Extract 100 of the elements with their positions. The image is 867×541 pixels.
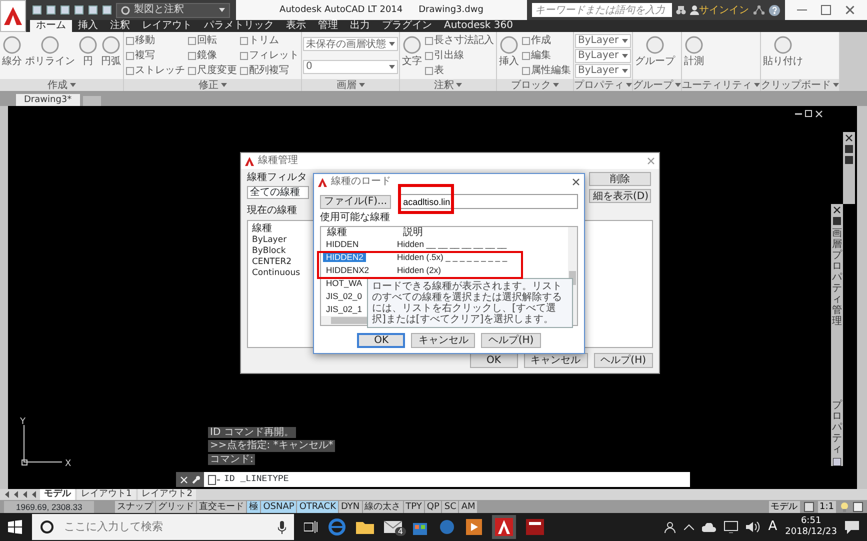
status-toggle[interactable]: DYN: [338, 500, 362, 512]
microphone-icon[interactable]: [278, 520, 286, 534]
ribbon-tool-button[interactable]: 複写: [125, 48, 186, 64]
status-toggle[interactable]: 直交モード: [197, 500, 246, 512]
palette-strip[interactable]: [843, 132, 855, 204]
search-field[interactable]: キーワードまたは語句を入力: [532, 3, 672, 17]
status-toggle[interactable]: AM: [459, 500, 478, 512]
ribbon-tab[interactable]: レイアウト: [136, 20, 198, 32]
ribbon-tool-button[interactable]: 長さ寸法記入: [424, 33, 495, 48]
file-button[interactable]: ファイル(F)...: [320, 194, 392, 208]
restore-icon[interactable]: [805, 110, 812, 117]
ribbon-tab[interactable]: 表示: [280, 20, 312, 32]
ribbon-tool-button[interactable]: 引出線: [424, 48, 495, 64]
status-toggle[interactable]: QP: [424, 500, 442, 512]
panel-title-button[interactable]: 作成: [0, 79, 123, 91]
panel-title-button[interactable]: 画層: [302, 79, 399, 91]
panel-title-button[interactable]: プロパティ: [574, 79, 632, 91]
dialog-button[interactable]: ヘルプ(H): [481, 332, 541, 348]
ribbon-dropdown[interactable]: ByLayer: [575, 34, 631, 48]
file-tab[interactable]: Drawing3*: [16, 94, 80, 106]
toolbar-square-icon[interactable]: [102, 5, 112, 15]
ribbon-tool-button[interactable]: 計測: [683, 33, 705, 78]
status-toggle[interactable]: 極: [247, 500, 260, 512]
close-icon[interactable]: [845, 134, 853, 142]
ribbon-tool-button[interactable]: 線分: [1, 33, 23, 78]
speaker-icon[interactable]: [746, 521, 760, 533]
toolbar-square-icon[interactable]: [32, 5, 42, 15]
status-toggle[interactable]: OTRACK: [297, 500, 338, 512]
caret-up-icon[interactable]: [684, 524, 694, 530]
notification-icon[interactable]: [845, 520, 859, 534]
ime-indicator[interactable]: A: [768, 520, 778, 534]
ribbon-tool-button[interactable]: 鏡像: [187, 48, 238, 64]
help-icon[interactable]: [769, 4, 780, 16]
layout-tab[interactable]: レイアウト2: [138, 489, 196, 500]
table-cell[interactable]: JIS_02_1: [323, 304, 365, 314]
sign-in-button[interactable]: サインイン: [690, 4, 749, 16]
toolbar-square-icon[interactable]: [88, 5, 98, 15]
taskbar-search-box[interactable]: ここに入力して検索: [32, 514, 294, 540]
ribbon-tool-button[interactable]: トリム: [239, 33, 300, 48]
linetype-table[interactable]: [320, 226, 578, 326]
binoculars-icon[interactable]: [676, 6, 686, 14]
ribbon-tool-button[interactable]: 移動: [125, 33, 186, 48]
play-app-icon[interactable]: [466, 519, 482, 535]
ribbon-tab[interactable]: 管理: [312, 20, 344, 32]
list-item[interactable]: Continuous: [252, 269, 300, 280]
ribbon-tool-button[interactable]: 作成: [521, 33, 572, 48]
ribbon-tab[interactable]: 挿入: [72, 20, 104, 32]
ribbon-tool-button[interactable]: 円: [77, 33, 99, 78]
table-cell[interactable]: HIDDEN: [323, 239, 362, 250]
palette-title[interactable]: プロパティ: [832, 400, 842, 455]
ribbon-tool-button[interactable]: 挿入: [498, 33, 520, 78]
status-toggle[interactable]: 線の太さ: [362, 500, 403, 512]
panel-title-button[interactable]: クリップボード: [761, 79, 839, 91]
table-cell[interactable]: JIS_02_0: [323, 291, 365, 302]
palette-strip[interactable]: 画層プロパティ管理 プロパティ: [831, 204, 843, 466]
ribbon-tool-button[interactable]: ポリライン: [24, 33, 76, 78]
table-cell[interactable]: HIDDENX2: [323, 265, 372, 276]
panel-title-button[interactable]: ユーティリティ: [682, 79, 760, 91]
panel-title-button[interactable]: グループ: [633, 79, 681, 91]
status-toggle[interactable]: TPY: [404, 500, 424, 512]
ribbon-tab[interactable]: パラメトリック: [198, 20, 280, 32]
dialog-button[interactable]: ヘルプ(H): [594, 352, 653, 368]
drawing-canvas[interactable]: [0, 106, 867, 489]
ribbon-tool-button[interactable]: 配列複写: [239, 63, 300, 78]
ribbon-tool-button[interactable]: グループ: [634, 33, 676, 78]
window-icon[interactable]: [833, 458, 841, 466]
toolbar-square-icon[interactable]: [60, 5, 70, 15]
list-item[interactable]: ByBlock: [252, 247, 286, 258]
close-icon[interactable]: [833, 206, 841, 214]
task-view-icon[interactable]: [304, 521, 318, 533]
wrench-icon[interactable]: [192, 476, 200, 484]
ribbon-tool-button[interactable]: 円弧: [100, 33, 122, 78]
lightbulb-icon[interactable]: [840, 502, 849, 512]
letter-a-logo-icon[interactable]: [495, 518, 513, 536]
ribbon-tool-button[interactable]: 文字: [401, 33, 423, 78]
ribbon-tool-button[interactable]: ストレッチ: [125, 63, 186, 78]
layout-tab[interactable]: モデル: [40, 489, 75, 500]
ribbon-dropdown[interactable]: 0: [303, 60, 398, 74]
viewport-icon[interactable]: [804, 502, 814, 512]
close-icon[interactable]: [845, 5, 855, 15]
command-input-field[interactable]: ID _LINETYPE: [204, 472, 690, 487]
file-name-field[interactable]: acadltiso.lin: [399, 194, 578, 209]
status-toggle[interactable]: OSNAP: [261, 500, 296, 512]
toolbar-square-icon[interactable]: [74, 5, 84, 15]
status-toggle[interactable]: スナップ: [115, 500, 156, 512]
list-item[interactable]: ByLayer: [252, 236, 287, 247]
status-toggle[interactable]: SC: [442, 500, 458, 512]
panel-title-button[interactable]: 注釈: [400, 79, 496, 91]
network-icon[interactable]: [753, 5, 765, 15]
monitor-icon[interactable]: [724, 521, 738, 533]
application-menu-button[interactable]: [0, 0, 26, 32]
folder-icon[interactable]: [356, 520, 374, 534]
annotation-scale-button[interactable]: 1:1: [818, 500, 836, 512]
dialog-button[interactable]: キャンセル: [411, 332, 476, 348]
envelope-icon[interactable]: [384, 520, 402, 534]
ribbon-tool-button[interactable]: フィレット: [239, 48, 300, 64]
dialog-button[interactable]: OK: [357, 332, 406, 348]
maximize-icon[interactable]: [821, 5, 831, 15]
dialog-button[interactable]: 細を表示(D): [589, 189, 651, 203]
ribbon-tool-button[interactable]: 回転: [187, 33, 238, 48]
